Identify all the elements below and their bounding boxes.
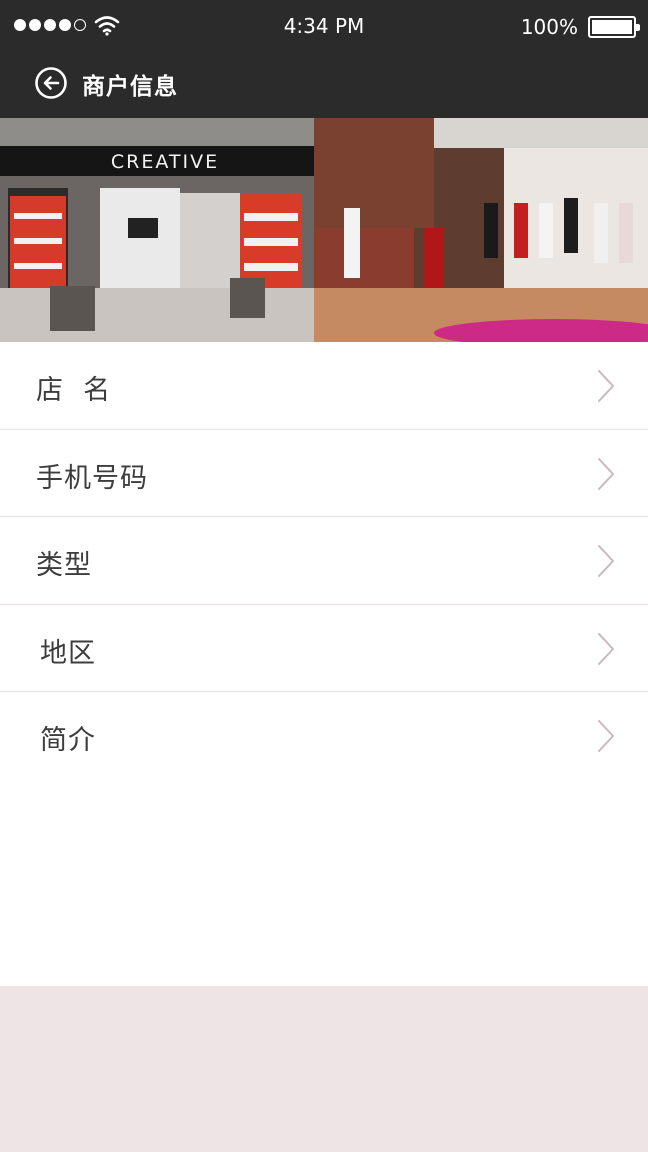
- chevron-right-icon: [598, 457, 614, 490]
- battery-percentage: 100%: [520, 15, 578, 39]
- list-item-label: 店 名: [36, 375, 112, 406]
- chevron-right-icon: [598, 632, 614, 665]
- store-photo-electronics[interactable]: CREATIVE: [0, 118, 314, 342]
- list-item-region[interactable]: 地区: [0, 605, 648, 692]
- screen: 4:34 PM 100% 商户信息 CREATIVE 店 名 手机号码 类型 地…: [0, 0, 648, 1152]
- chevron-right-icon: [598, 545, 614, 577]
- list-item-intro[interactable]: 简介: [0, 692, 648, 780]
- back-arrow-icon[interactable]: [34, 66, 68, 100]
- list-item-phone[interactable]: 手机号码: [0, 430, 648, 517]
- store-photo-fashion-image: [314, 118, 648, 342]
- list-item-label: 简介: [40, 725, 96, 756]
- chevron-right-icon: [598, 370, 614, 402]
- battery-tip: [636, 24, 640, 31]
- list-item-store-name[interactable]: 店 名: [0, 342, 648, 430]
- merchant-photos: CREATIVE: [0, 118, 648, 342]
- store-photo-fashion[interactable]: [314, 118, 648, 342]
- list-item-label: 手机号码: [36, 462, 148, 494]
- list-item-label: 类型: [36, 550, 92, 581]
- battery-fill: [592, 20, 632, 34]
- store-sign-text: CREATIVE: [111, 151, 219, 173]
- header: 4:34 PM 100% 商户信息: [0, 0, 648, 118]
- list-item-type[interactable]: 类型: [0, 517, 648, 605]
- store-photo-electronics-image: CREATIVE: [0, 118, 314, 342]
- merchant-info-list: 店 名 手机号码 类型 地区 简介: [0, 342, 648, 986]
- list-item-label: 地区: [40, 637, 96, 669]
- status-bar: 4:34 PM 100%: [0, 0, 648, 52]
- battery-icon: [588, 16, 640, 38]
- page-title: 商户信息: [82, 74, 178, 100]
- chevron-right-icon: [598, 720, 614, 752]
